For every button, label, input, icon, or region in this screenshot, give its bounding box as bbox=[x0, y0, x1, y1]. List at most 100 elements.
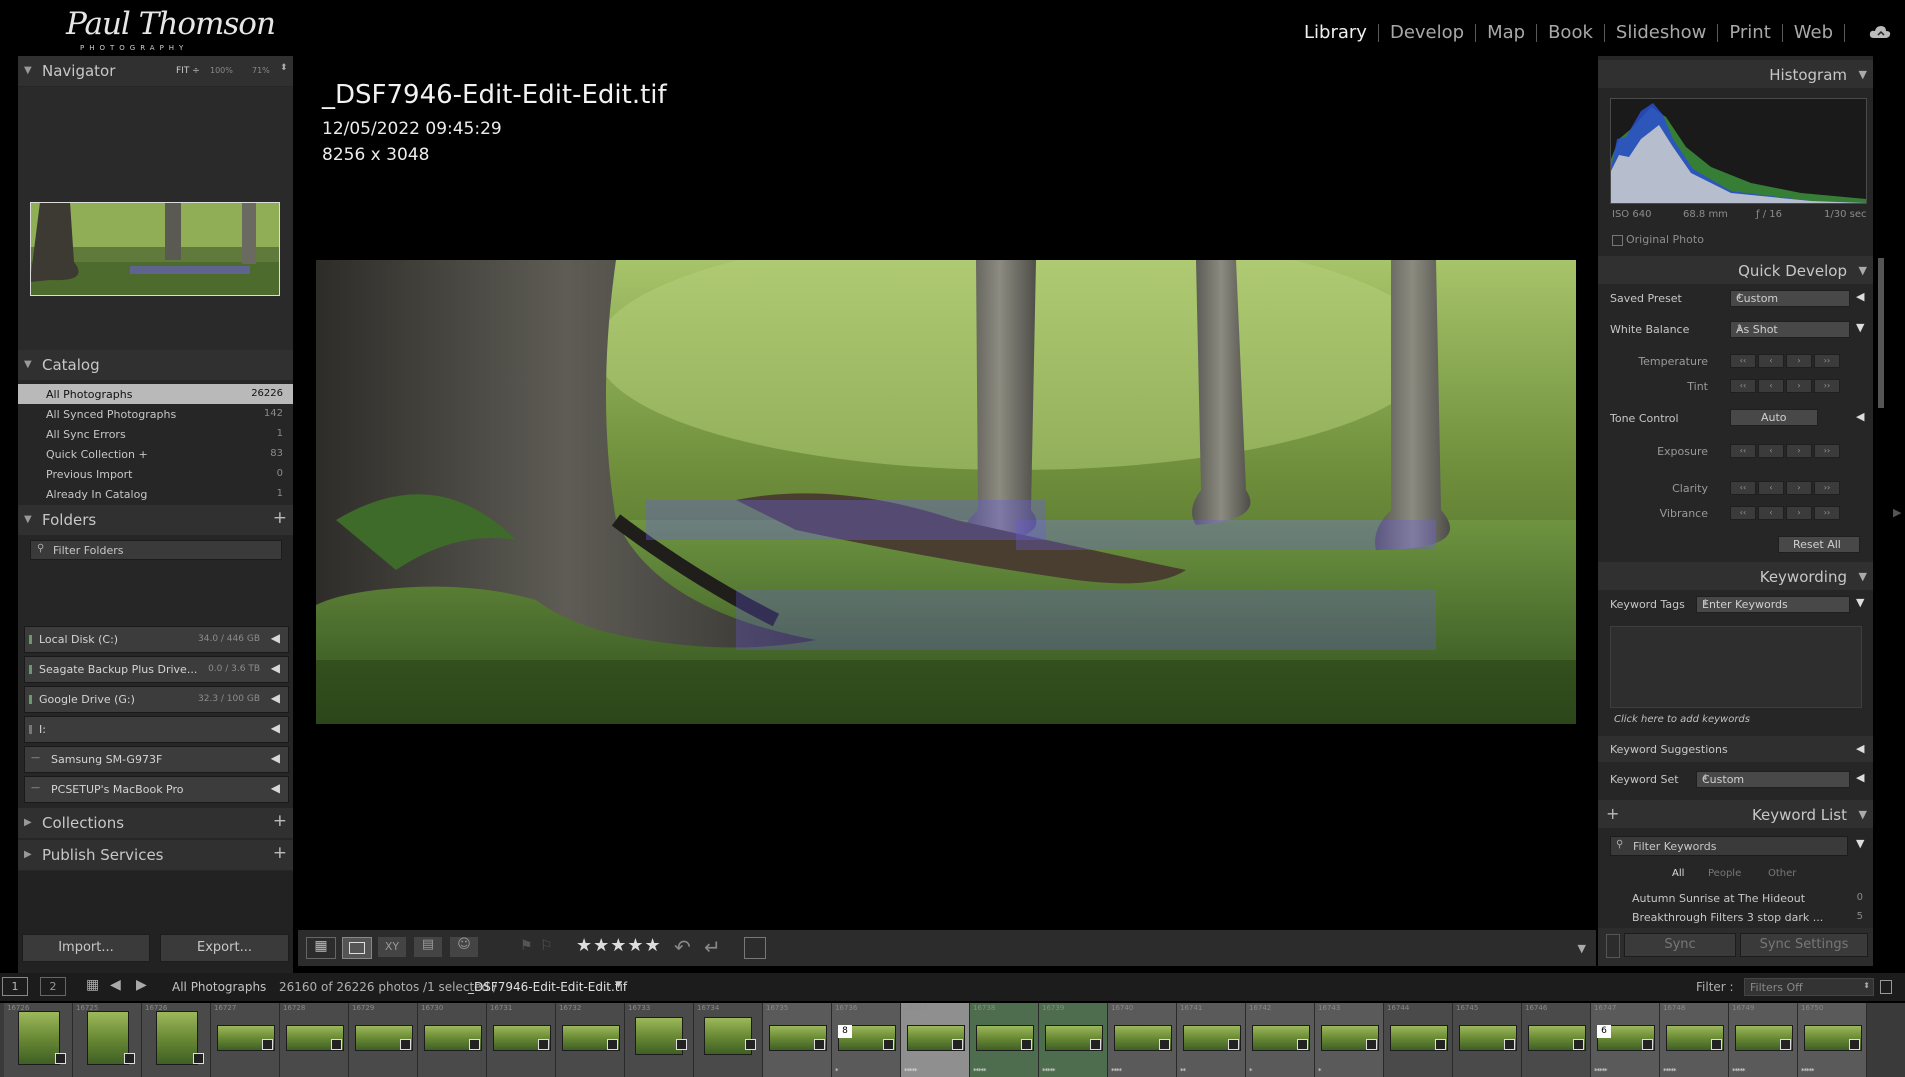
filmstrip-thumbnail[interactable]: 16738 ***** bbox=[970, 1003, 1039, 1077]
original-photo-checkbox[interactable] bbox=[1612, 235, 1623, 246]
filmstrip-source[interactable]: All Photographs bbox=[172, 980, 266, 994]
quick-develop-header[interactable]: Quick Develop ▼ bbox=[1598, 256, 1873, 284]
expand-left-icon[interactable]: ◀ bbox=[271, 631, 280, 645]
filmstrip-thumbnail[interactable]: 16746 bbox=[1522, 1003, 1591, 1077]
filmstrip-thumbnail[interactable]: 16733 bbox=[625, 1003, 694, 1077]
keyword-list-item[interactable]: Breakthrough Filters 3 stop dark ... 5 bbox=[1598, 909, 1873, 927]
folders-header[interactable]: ▼ Folders + bbox=[18, 505, 293, 535]
auto-tone-button[interactable]: Auto bbox=[1730, 409, 1818, 426]
folder-item[interactable]: Seagate Backup Plus Drive... 0.0 / 3.6 TB… bbox=[24, 656, 289, 683]
back-arrow-icon[interactable]: ◀ bbox=[110, 977, 121, 993]
filmstrip-thumbnail[interactable]: 16748 ***** bbox=[1660, 1003, 1729, 1077]
filter-folders-input[interactable]: ⚲ Filter Folders bbox=[30, 540, 282, 560]
filmstrip-thumbnail[interactable]: 16730 bbox=[418, 1003, 487, 1077]
keyword-suggestions-row[interactable]: Keyword Suggestions ◀ bbox=[1598, 736, 1873, 762]
zoom-100[interactable]: 100% bbox=[210, 66, 233, 75]
grid-view-icon[interactable]: ▦ bbox=[306, 937, 336, 959]
filter-keywords-input[interactable]: ⚲ Filter Keywords bbox=[1610, 836, 1848, 856]
keyword-tab-all[interactable]: All bbox=[1672, 868, 1684, 879]
keyword-set-select[interactable]: Custom ⬍ bbox=[1696, 771, 1850, 788]
keywords-textarea[interactable] bbox=[1610, 626, 1862, 708]
filmstrip-thumbnail[interactable]: 16745 bbox=[1453, 1003, 1522, 1077]
primary-window-button[interactable]: 1 bbox=[2, 977, 28, 996]
expand-left-icon[interactable]: ◀ bbox=[271, 751, 280, 765]
filter-select[interactable]: Filters Off ⬍ bbox=[1744, 978, 1874, 996]
add-collection-icon[interactable]: + bbox=[273, 811, 287, 831]
filmstrip-thumbnail[interactable]: 16739 ***** bbox=[1039, 1003, 1108, 1077]
reset-all-button[interactable]: Reset All bbox=[1778, 536, 1860, 553]
collections-header[interactable]: ▶ Collections + bbox=[18, 808, 293, 838]
add-publish-service-icon[interactable]: + bbox=[273, 843, 287, 863]
star-rating-icon[interactable]: ★★★★★ bbox=[576, 935, 662, 956]
survey-view-icon[interactable]: ▤ bbox=[414, 937, 442, 957]
right-panel-toggle-icon[interactable]: ▶ bbox=[1893, 506, 1901, 519]
collapse-triangle-icon[interactable]: ▼ bbox=[1856, 596, 1864, 609]
filter-lock-icon[interactable] bbox=[1880, 980, 1892, 994]
filmstrip-thumbnail[interactable]: 16734 bbox=[694, 1003, 763, 1077]
module-develop[interactable]: Develop bbox=[1379, 22, 1475, 43]
filmstrip-thumbnail[interactable]: 16727 bbox=[211, 1003, 280, 1077]
sync-toggle-icon[interactable] bbox=[1606, 934, 1620, 958]
saved-preset-select[interactable]: Custom ⬍ bbox=[1730, 290, 1850, 307]
expand-left-icon[interactable]: ◀ bbox=[271, 691, 280, 705]
exposure-steppers[interactable]: ‹‹ ‹ › ›› bbox=[1730, 444, 1840, 458]
expand-left-icon[interactable]: ◀ bbox=[271, 661, 280, 675]
filmstrip-filename[interactable]: _DSF7946-Edit-Edit-Edit.tif bbox=[468, 980, 627, 994]
module-library[interactable]: Library bbox=[1293, 22, 1378, 43]
keyword-tab-other[interactable]: Other bbox=[1768, 868, 1796, 879]
sync-button[interactable]: Sync bbox=[1624, 933, 1736, 957]
cloud-sync-icon[interactable] bbox=[1869, 24, 1891, 40]
zoom-custom[interactable]: 71% bbox=[252, 66, 270, 75]
module-book[interactable]: Book bbox=[1537, 22, 1604, 43]
expand-left-icon[interactable]: ◀ bbox=[1856, 410, 1864, 423]
people-view-icon[interactable]: ☺ bbox=[450, 937, 478, 957]
histogram-header[interactable]: Histogram ▼ bbox=[1598, 60, 1873, 88]
tint-steppers[interactable]: ‹‹ ‹ › ›› bbox=[1730, 379, 1840, 393]
filename-dropdown-icon[interactable]: ▼ bbox=[615, 980, 622, 990]
flag-reject-icon[interactable]: ⚐ bbox=[540, 938, 553, 954]
histogram-chart[interactable] bbox=[1610, 98, 1867, 204]
toolbar-options-dropdown-icon[interactable]: ▼ bbox=[1578, 942, 1586, 955]
keyword-tags-select[interactable]: Enter Keywords ⬍ bbox=[1696, 596, 1850, 613]
zoom-fit[interactable]: FIT ÷ bbox=[176, 66, 200, 76]
module-web[interactable]: Web bbox=[1783, 22, 1844, 43]
compare-view-icon[interactable]: XY bbox=[378, 937, 406, 957]
folder-item[interactable]: I: ◀ bbox=[24, 716, 289, 743]
temperature-steppers[interactable]: ‹‹ ‹ › ›› bbox=[1730, 354, 1840, 368]
filmstrip-thumbnail[interactable]: 16726 bbox=[4, 1003, 73, 1077]
filmstrip-thumbnail[interactable]: 16725 bbox=[73, 1003, 142, 1077]
keyword-tab-people[interactable]: People bbox=[1708, 868, 1741, 879]
collapse-triangle-icon[interactable]: ▼ bbox=[1856, 321, 1864, 334]
filmstrip-thumbnail[interactable]: 16743 * bbox=[1315, 1003, 1384, 1077]
keyword-list-header[interactable]: + Keyword List ▼ bbox=[1598, 800, 1873, 828]
grid-view-icon[interactable]: ▦ bbox=[86, 977, 99, 993]
clarity-steppers[interactable]: ‹‹ ‹ › ›› bbox=[1730, 481, 1840, 495]
filmstrip-thumbnail[interactable]: 16740 **** bbox=[1108, 1003, 1177, 1077]
catalog-item[interactable]: Quick Collection + 83 bbox=[18, 444, 293, 464]
catalog-item[interactable]: Previous Import 0 bbox=[18, 464, 293, 484]
catalog-item[interactable]: Already In Catalog 1 bbox=[18, 484, 293, 504]
rotate-left-icon[interactable]: ↶ bbox=[674, 935, 691, 959]
rotate-right-icon[interactable]: ↵ bbox=[704, 935, 721, 959]
catalog-header[interactable]: ▼ Catalog bbox=[18, 350, 293, 380]
folder-item[interactable]: Google Drive (G:) 32.3 / 100 GB ◀ bbox=[24, 686, 289, 713]
export-button[interactable]: Export... bbox=[160, 934, 289, 962]
crop-overlay-icon[interactable] bbox=[744, 937, 766, 959]
filmstrip-thumbnail[interactable]: 16728 bbox=[280, 1003, 349, 1077]
folder-item[interactable]: Local Disk (C:) 34.0 / 446 GB ◀ bbox=[24, 626, 289, 653]
expand-left-icon[interactable]: ◀ bbox=[271, 781, 280, 795]
secondary-window-button[interactable]: 2 bbox=[40, 977, 66, 996]
expand-left-icon[interactable]: ◀ bbox=[271, 721, 280, 735]
vibrance-steppers[interactable]: ‹‹ ‹ › ›› bbox=[1730, 506, 1840, 520]
filmstrip-thumbnail[interactable]: 16726 bbox=[142, 1003, 211, 1077]
catalog-item[interactable]: All Photographs 26226 bbox=[18, 384, 293, 404]
add-folder-icon[interactable]: + bbox=[273, 508, 287, 528]
filmstrip-thumbnail[interactable]: 16747 6 ***** bbox=[1591, 1003, 1660, 1077]
white-balance-select[interactable]: As Shot ⬍ bbox=[1730, 321, 1850, 338]
main-photo-bluebell-forest[interactable] bbox=[316, 260, 1576, 724]
filmstrip-thumbnail[interactable]: 16735 bbox=[763, 1003, 832, 1077]
catalog-item[interactable]: All Synced Photographs 142 bbox=[18, 404, 293, 424]
folder-item[interactable]: — PCSETUP's MacBook Pro ◀ bbox=[24, 776, 289, 803]
module-slideshow[interactable]: Slideshow bbox=[1605, 22, 1717, 43]
flag-pick-icon[interactable]: ⚑ bbox=[520, 938, 533, 954]
